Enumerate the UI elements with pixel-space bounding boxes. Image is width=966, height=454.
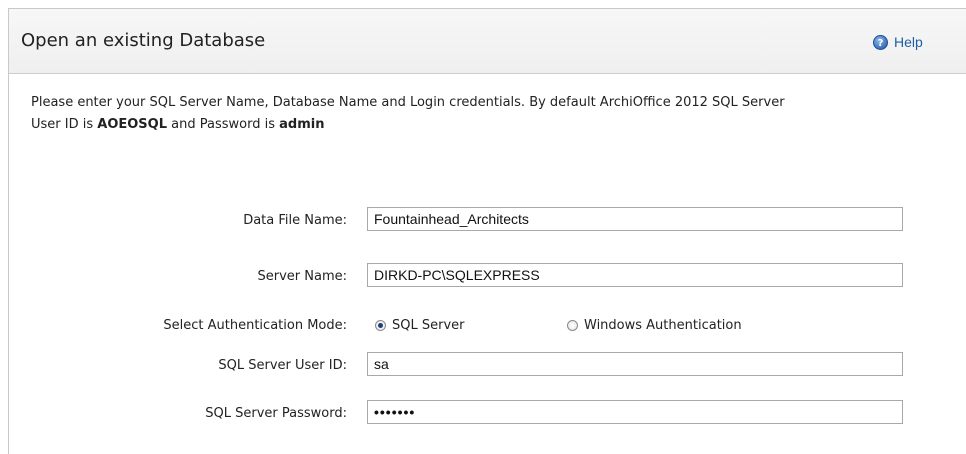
radio-windows-auth[interactable]: Windows Authentication [567, 318, 742, 333]
server-name-label: Server Name: [257, 269, 348, 284]
radio-windows-auth-label: Windows Authentication [584, 318, 742, 333]
server-row: Server Name: [9, 263, 966, 291]
svg-text:?: ? [878, 38, 884, 49]
intro-line-2-prefix: User ID is [31, 117, 98, 132]
auth-mode-group: SQL Server Windows Authentication [375, 318, 742, 333]
intro-text: Please enter your SQL Server Name, Datab… [31, 92, 966, 136]
password-row: SQL Server Password: [9, 400, 966, 428]
intro-line-1: Please enter your SQL Server Name, Datab… [31, 95, 785, 110]
password-input[interactable] [367, 400, 903, 424]
default-user-id: AOEOSQL [97, 117, 168, 132]
intro-line-2-middle: and Password is [167, 117, 280, 132]
radio-selected-icon[interactable] [375, 320, 386, 331]
auth-mode-row: Select Authentication Mode: SQL Server W… [9, 312, 966, 340]
panel-header: Open an existing Database ? Help [9, 9, 966, 74]
user-id-input[interactable] [367, 352, 903, 376]
user-id-label: SQL Server User ID: [218, 358, 347, 373]
data-file-name-input[interactable] [367, 207, 903, 231]
data-file-label: Data File Name: [243, 213, 347, 228]
radio-sql-server[interactable]: SQL Server [375, 318, 567, 333]
help-link[interactable]: ? Help [873, 34, 923, 50]
radio-sql-server-label: SQL Server [392, 318, 465, 333]
help-label[interactable]: Help [894, 34, 923, 50]
server-name-input[interactable] [367, 263, 903, 287]
page-title: Open an existing Database [21, 30, 266, 51]
help-icon: ? [873, 34, 888, 50]
password-label: SQL Server Password: [205, 406, 347, 421]
user-id-row: SQL Server User ID: [9, 352, 966, 380]
data-file-row: Data File Name: [9, 207, 966, 235]
auth-mode-label: Select Authentication Mode: [163, 318, 347, 333]
open-database-panel: Open an existing Database ? Help Please … [8, 8, 966, 454]
default-password: admin [279, 117, 325, 132]
radio-unselected-icon[interactable] [567, 320, 578, 331]
